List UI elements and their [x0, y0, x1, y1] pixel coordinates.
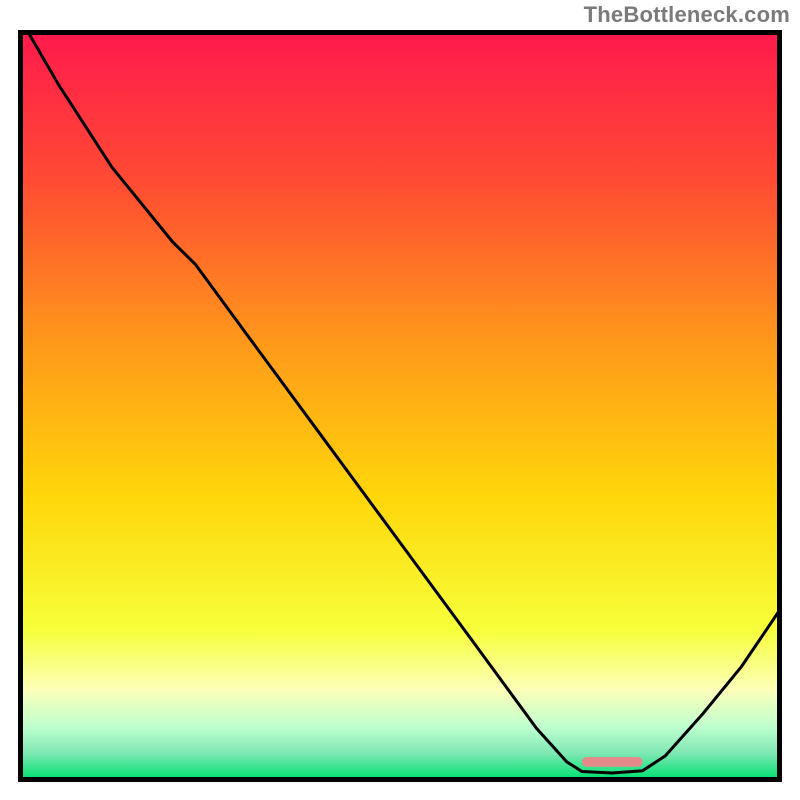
optimal-range-pill — [582, 757, 643, 767]
plot-frame — [18, 30, 782, 782]
chart-svg — [18, 30, 782, 782]
watermark-label: TheBottleneck.com — [584, 2, 790, 28]
chart-container: TheBottleneck.com — [0, 0, 800, 800]
gradient-fill — [21, 33, 779, 779]
